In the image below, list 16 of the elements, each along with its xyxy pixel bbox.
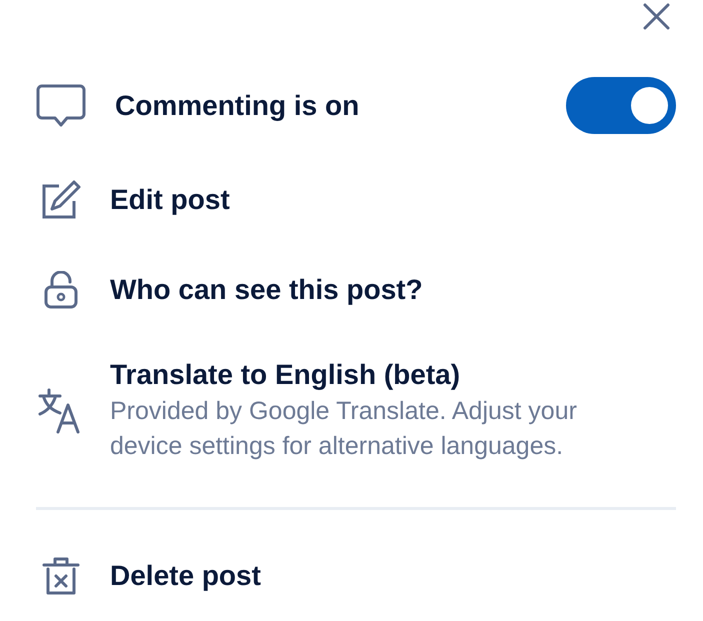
speech-bubble-icon [36, 84, 86, 128]
menu-item-label: Who can see this post? [110, 273, 423, 307]
trash-icon [42, 556, 80, 596]
menu-item[interactable]: Translate to English (beta) Provided by Google Translate. Adjust your device settings for alternative languages. [36, 358, 676, 464]
menu-item-description: Provided by Google Translate. Adjust your device settings for alternative languages. [110, 396, 578, 462]
menu-item-label: Delete post [110, 559, 261, 593]
edit-icon [41, 180, 81, 220]
menu-item[interactable]: Edit post [36, 180, 676, 220]
menu-item[interactable]: Delete post [36, 556, 676, 596]
close-button[interactable] [643, 3, 670, 30]
menu-item-label: Edit post [110, 183, 230, 217]
menu-item-label: Translate to English (beta) [110, 358, 462, 392]
menu-item[interactable]: Who can see this post? [36, 270, 676, 310]
unlocked-padlock-icon [44, 271, 78, 309]
menu-item-label: Commenting is on [115, 88, 360, 122]
close-icon [643, 3, 670, 30]
